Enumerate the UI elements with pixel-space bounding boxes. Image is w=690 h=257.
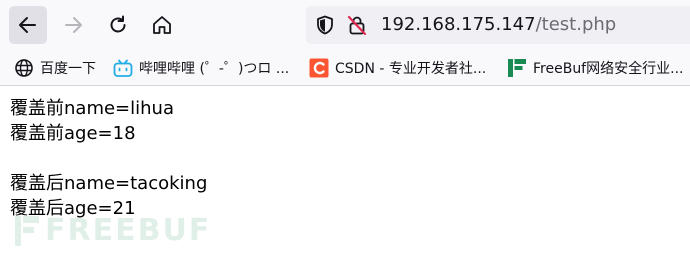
globe-icon [15,59,33,77]
freebuf-icon [508,59,526,77]
csdn-icon [309,58,329,78]
output-line: 覆盖后name=tacoking [10,173,208,194]
bookmark-bilibili[interactable]: 哔哩哔哩 (゜-゜)つロ ... [113,57,289,79]
browser-toolbar: 192.168.175.147/test.php [0,0,690,52]
home-icon [153,16,171,34]
url-host: 192.168.175.147 [381,14,536,35]
freebuf-logo-icon [15,215,39,246]
bookmark-baidu[interactable]: 百度一下 [14,57,96,79]
bookmarks-toolbar: 百度一下 哔哩哔哩 (゜-゜)つロ ... CSDN - 专业开发者社... F… [0,52,690,86]
bookmark-label: 百度一下 [40,61,96,77]
reload-icon [110,15,126,33]
arrow-right-icon [65,17,82,33]
bookmark-label: 哔哩哔哩 (゜-゜)つロ ... [139,61,290,77]
output-line: 覆盖前name=lihua [10,98,174,119]
bookmark-freebuf[interactable]: FreeBuf网络安全行业... [507,57,683,79]
bookmark-label: FreeBuf网络安全行业... [533,61,684,77]
reload-button[interactable] [99,6,137,44]
back-button[interactable] [9,6,47,44]
page-content: 覆盖前name=lihua 覆盖前age=18 覆盖后name=tacoking… [10,96,207,221]
url-path: /test.php [535,14,617,35]
watermark-text: FREEBUF [45,213,212,248]
forward-button[interactable] [54,6,92,44]
output-line-blank [10,146,207,171]
bilibili-icon [113,59,133,77]
output-line: 覆盖前age=18 [10,123,136,144]
bookmark-label: CSDN - 专业开发者社... [335,61,487,77]
bookmark-csdn[interactable]: CSDN - 专业开发者社... [309,57,486,79]
url-text[interactable]: 192.168.175.147/test.php [381,14,616,36]
insecure-lock-icon[interactable] [346,14,368,36]
arrow-left-icon [19,17,36,33]
home-button[interactable] [143,6,181,44]
freebuf-watermark: FREEBUF [15,213,211,248]
address-bar[interactable]: 192.168.175.147/test.php [306,6,690,44]
shield-icon[interactable] [314,14,336,36]
